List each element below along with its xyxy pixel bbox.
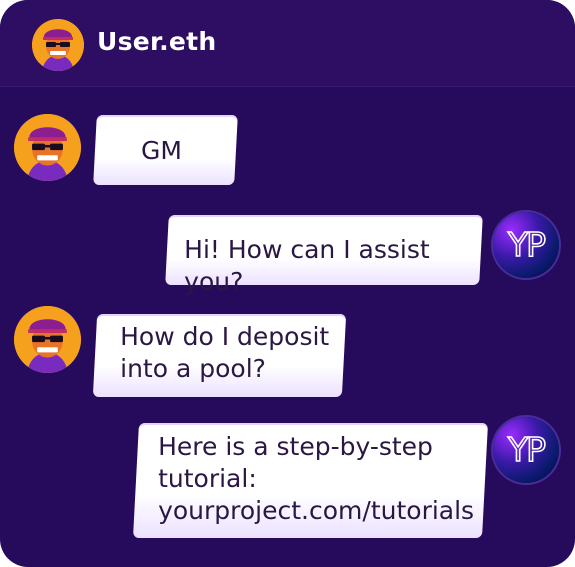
message-link[interactable]: yourproject.com/tutorials xyxy=(158,495,474,527)
message-line: How do I deposit xyxy=(120,322,330,351)
chat-title: User.eth xyxy=(97,27,217,56)
message-bubble-bot: Hi! How can I assist you? xyxy=(165,215,483,296)
message-bubble-user: GM xyxy=(93,115,238,185)
user-avatar-icon[interactable] xyxy=(14,306,81,373)
message-text: How do I deposit into a pool? xyxy=(120,321,329,385)
message-bubble-user: How do I deposit into a pool? xyxy=(92,314,347,397)
message-line: tutorial: xyxy=(158,464,257,493)
message-text: GM xyxy=(140,136,182,165)
user-avatar-icon[interactable] xyxy=(32,19,84,71)
bot-avatar-icon[interactable]: YP xyxy=(493,212,559,278)
message-text: Hi! How can I assist you? xyxy=(184,235,430,296)
bot-avatar-label: YP xyxy=(507,224,547,265)
message-line: into a pool? xyxy=(120,354,266,383)
user-avatar-icon[interactable] xyxy=(14,114,81,181)
chat-window: User.eth GM Hi! How can I assist you? YP xyxy=(0,0,575,567)
chat-header: User.eth xyxy=(0,0,575,87)
message-bubble-bot: Here is a step-by-step tutorial: yourpro… xyxy=(132,423,489,538)
message-line: Here is a step-by-step xyxy=(158,432,433,461)
bot-avatar-label: YP xyxy=(507,429,547,470)
message-text: Here is a step-by-step tutorial: yourpro… xyxy=(158,431,474,527)
bot-avatar-icon[interactable]: YP xyxy=(493,417,559,483)
